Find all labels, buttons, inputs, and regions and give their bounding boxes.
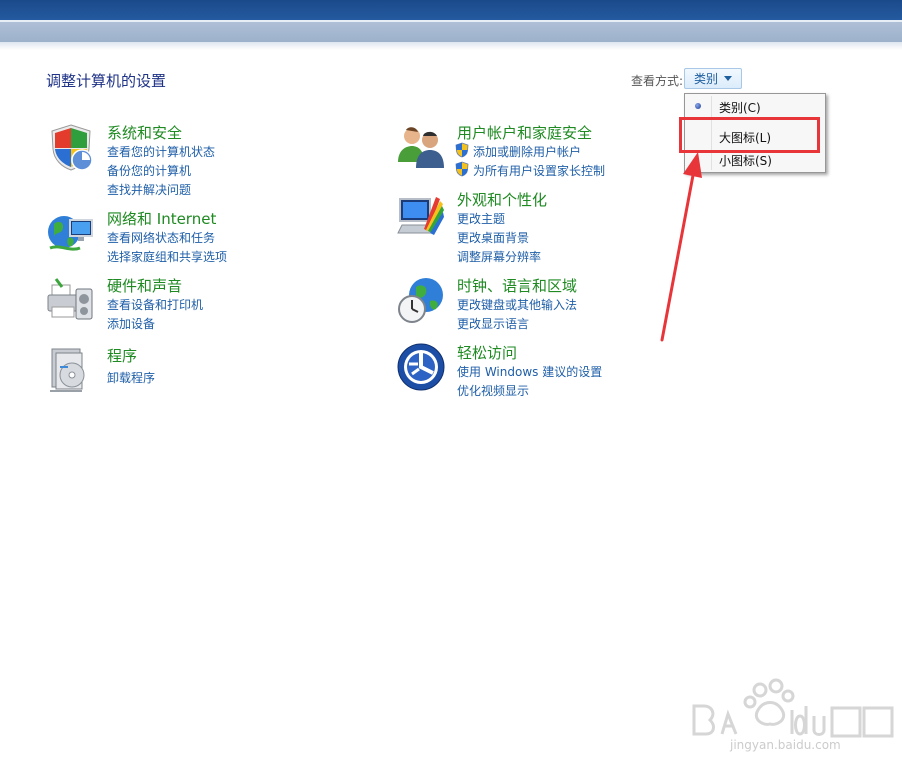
address-bar	[0, 22, 902, 42]
link-add-device[interactable]: 添加设备	[107, 315, 155, 332]
baidu-watermark: jingyan.baidu.com	[688, 676, 898, 776]
annotation-arrow-icon	[660, 152, 702, 342]
page-title: 调整计算机的设置	[46, 72, 167, 90]
link-troubleshoot[interactable]: 查找并解决问题	[107, 181, 191, 198]
watermark-url: jingyan.baidu.com	[730, 738, 841, 752]
link-view-computer-status[interactable]: 查看您的计算机状态	[107, 143, 215, 160]
category-title[interactable]: 外观和个性化	[457, 189, 547, 210]
category-hardware-sound: 硬件和声音 查看设备和打印机 添加设备	[46, 275, 346, 335]
programs-icon	[50, 348, 85, 392]
view-by-label: 查看方式:	[631, 74, 684, 88]
menu-item-label: 小图标(S)	[719, 154, 772, 168]
category-title[interactable]: 网络和 Internet	[107, 208, 216, 229]
link-add-remove-accounts[interactable]: 添加或删除用户帐户	[473, 143, 581, 160]
link-change-background[interactable]: 更改桌面背景	[457, 229, 529, 246]
link-uninstall-program[interactable]: 卸载程序	[107, 369, 155, 386]
link-screen-resolution[interactable]: 调整屏幕分辨率	[457, 248, 541, 265]
radio-selected-icon	[695, 103, 701, 109]
clock-globe-icon	[398, 278, 443, 323]
category-programs: 程序 卸载程序	[46, 345, 346, 395]
link-homegroup-options[interactable]: 选择家庭组和共享选项	[107, 248, 227, 265]
chevron-down-icon	[724, 76, 732, 81]
monitor-palette-icon	[397, 197, 444, 235]
annotation-highlight-box	[679, 117, 820, 153]
uac-shield-icon	[455, 142, 469, 158]
shield-icon	[51, 124, 93, 171]
link-optimize-display[interactable]: 优化视频显示	[457, 382, 529, 399]
link-recommended-settings[interactable]: 使用 Windows 建议的设置	[457, 363, 602, 380]
users-icon	[398, 127, 444, 168]
link-devices-printers[interactable]: 查看设备和打印机	[107, 296, 203, 313]
window-title-bar	[0, 0, 902, 20]
printer-icon	[47, 278, 93, 320]
category-ease-of-access: 轻松访问 使用 Windows 建议的设置 优化视频显示	[396, 342, 696, 402]
category-title[interactable]: 硬件和声音	[107, 275, 182, 296]
ease-of-access-icon	[397, 343, 445, 391]
menu-item-label: 类别(C)	[719, 101, 761, 115]
link-change-keyboard[interactable]: 更改键盘或其他输入法	[457, 296, 577, 313]
link-backup-computer[interactable]: 备份您的计算机	[107, 162, 191, 179]
link-change-display-language[interactable]: 更改显示语言	[457, 315, 529, 332]
category-title[interactable]: 轻松访问	[457, 342, 517, 363]
category-network: 网络和 Internet 查看网络状态和任务 选择家庭组和共享选项	[46, 208, 346, 268]
category-title[interactable]: 程序	[107, 345, 137, 366]
category-title[interactable]: 系统和安全	[107, 122, 182, 143]
category-system-security: 系统和安全 查看您的计算机状态 备份您的计算机 查找并解决问题	[46, 122, 346, 202]
uac-shield-icon	[455, 161, 469, 177]
network-globe-icon	[48, 216, 93, 251]
address-bar-shadow	[0, 42, 902, 50]
category-title[interactable]: 用户帐户和家庭安全	[457, 122, 592, 143]
link-change-theme[interactable]: 更改主题	[457, 210, 505, 227]
menu-item-category[interactable]: 类别(C)	[685, 94, 825, 118]
view-by-value: 类别	[694, 72, 719, 86]
category-title[interactable]: 时钟、语言和区域	[457, 275, 577, 296]
view-by-dropdown[interactable]: 类别	[684, 68, 742, 89]
link-parental-controls[interactable]: 为所有用户设置家长控制	[473, 162, 605, 179]
baidu-logo-icon	[692, 678, 894, 738]
link-network-status[interactable]: 查看网络状态和任务	[107, 229, 215, 246]
